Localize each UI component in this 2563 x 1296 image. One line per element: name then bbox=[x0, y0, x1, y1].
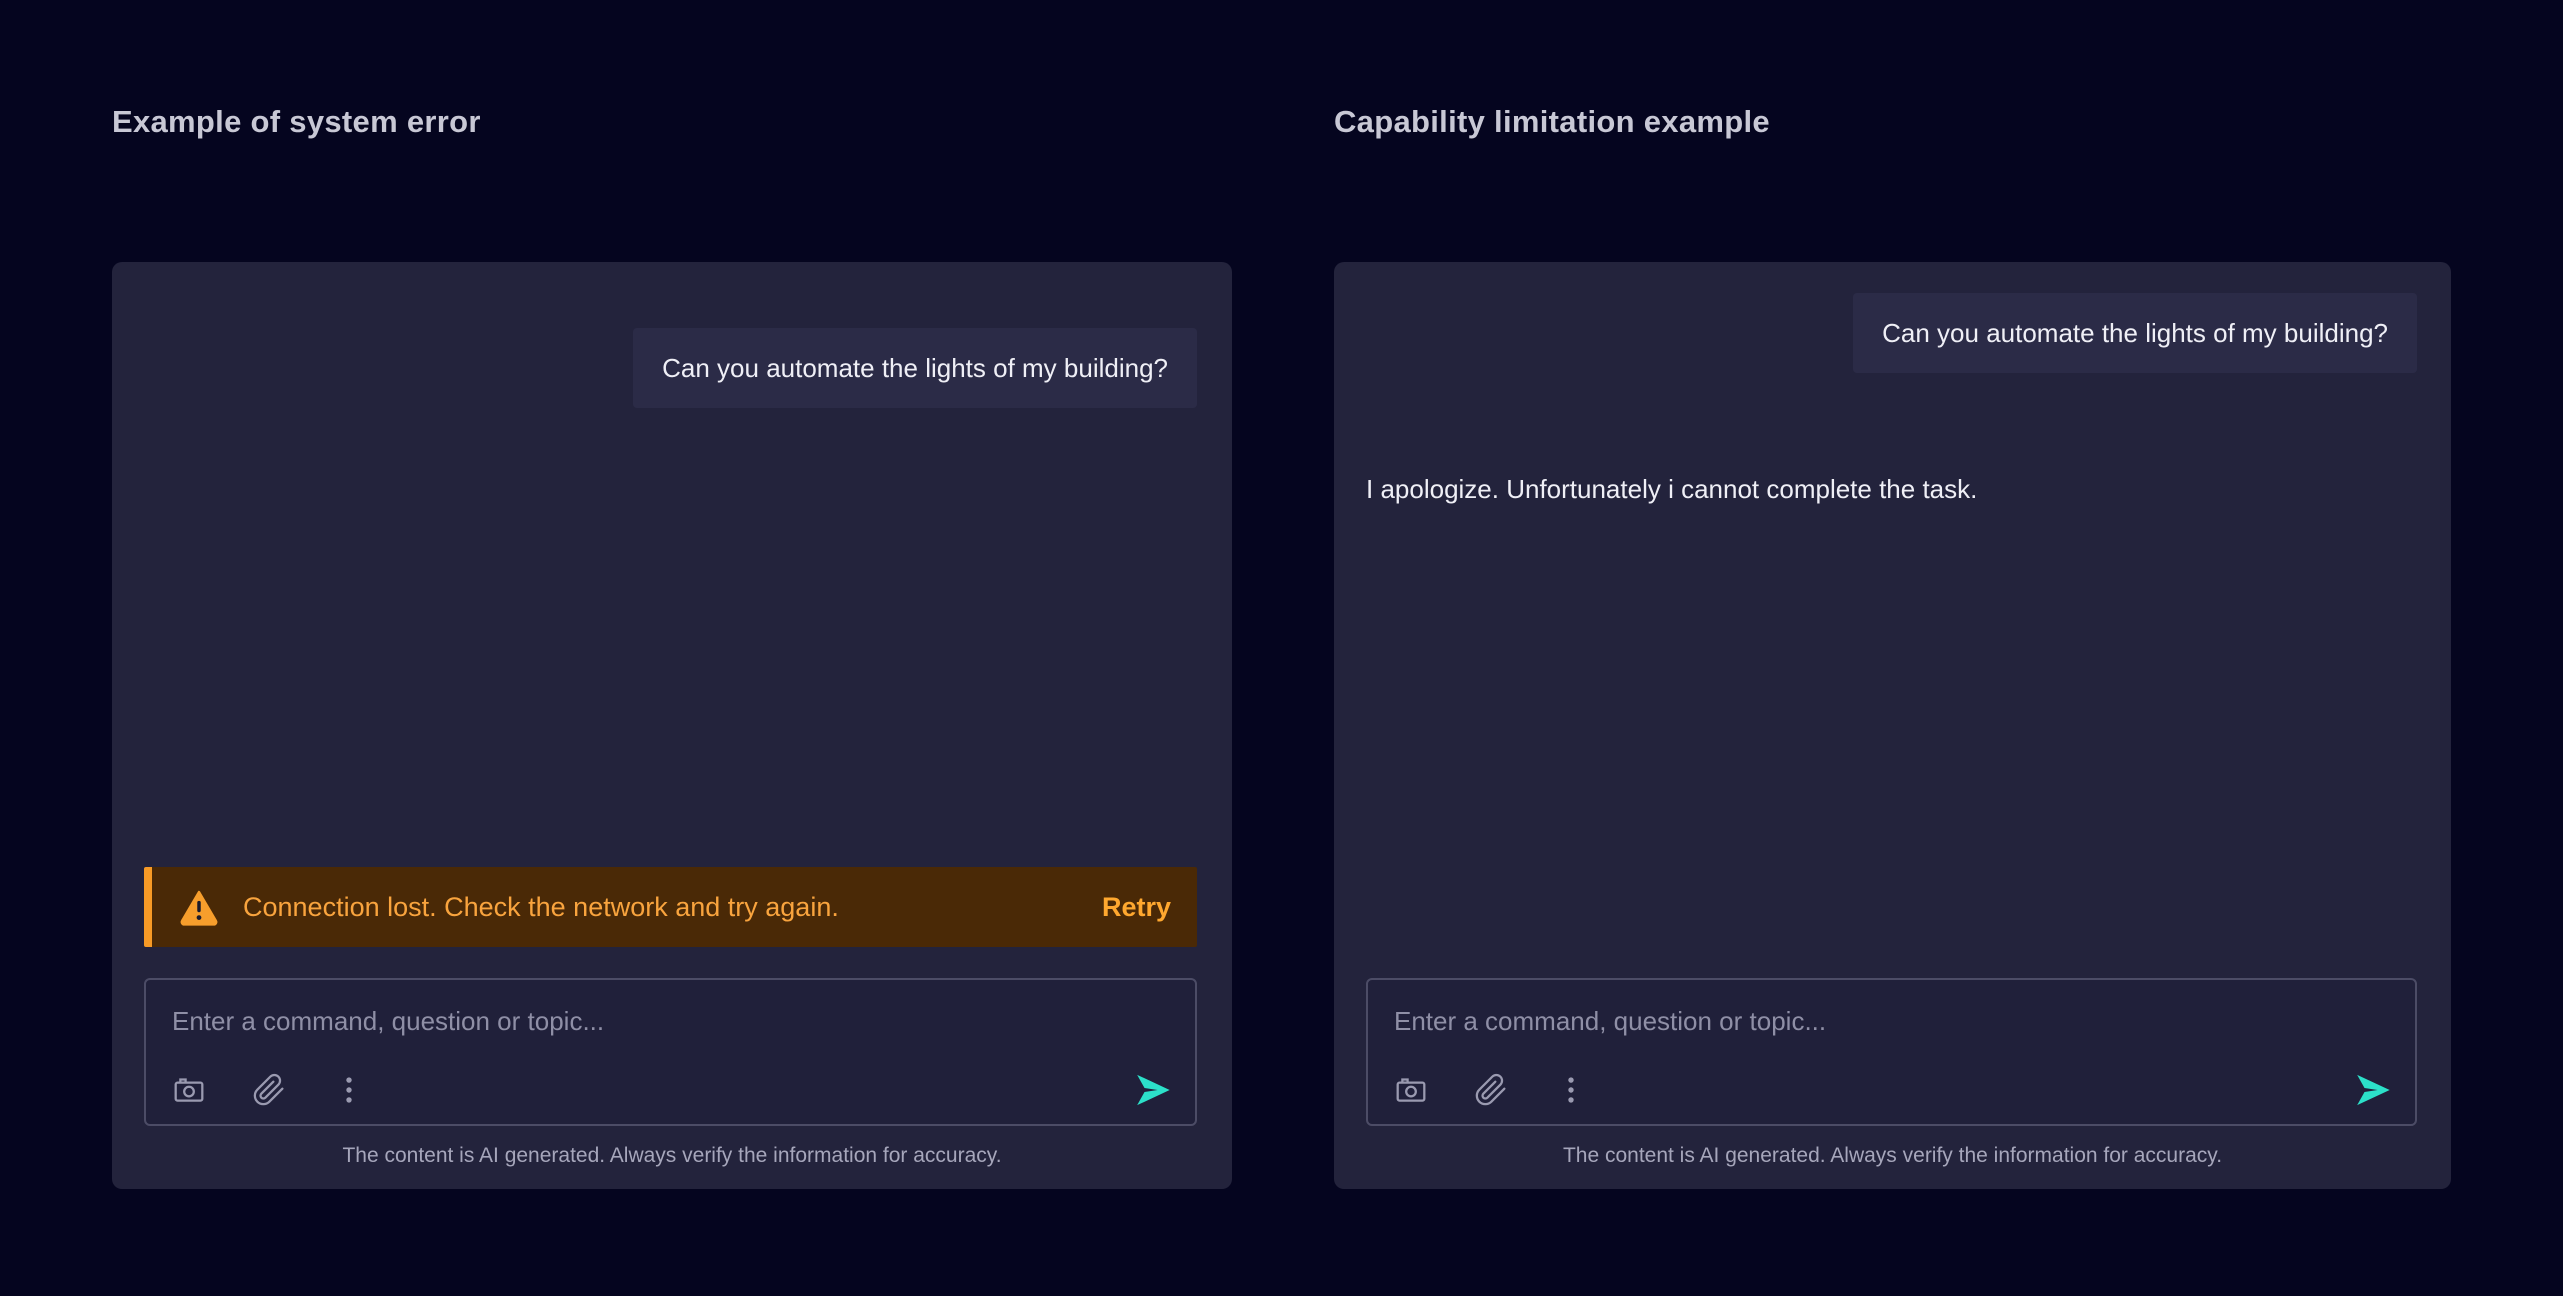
camera-icon bbox=[1394, 1073, 1428, 1107]
ai-disclaimer: The content is AI generated. Always veri… bbox=[1334, 1144, 2451, 1168]
kebab-menu-icon bbox=[332, 1073, 366, 1107]
message-composer[interactable] bbox=[1366, 978, 2417, 1126]
section-title-capability-limitation: Capability limitation example bbox=[1334, 104, 1770, 140]
more-options-button[interactable] bbox=[332, 1073, 366, 1107]
message-input[interactable] bbox=[1394, 1006, 2389, 1037]
paperclip-icon bbox=[1474, 1073, 1508, 1107]
message-composer[interactable] bbox=[144, 978, 1197, 1126]
camera-button[interactable] bbox=[1394, 1073, 1428, 1107]
retry-button[interactable]: Retry bbox=[1102, 892, 1171, 923]
send-icon bbox=[1133, 1070, 1173, 1110]
more-options-button[interactable] bbox=[1554, 1073, 1588, 1107]
attach-file-button[interactable] bbox=[1474, 1073, 1508, 1107]
ai-disclaimer: The content is AI generated. Always veri… bbox=[112, 1144, 1232, 1168]
composer-actions bbox=[1394, 1070, 2393, 1110]
paperclip-icon bbox=[252, 1073, 286, 1107]
camera-button[interactable] bbox=[172, 1073, 206, 1107]
section-title-system-error: Example of system error bbox=[112, 104, 481, 140]
chat-card-capability-limitation: Can you automate the lights of my buildi… bbox=[1334, 262, 2451, 1189]
canvas: Example of system error Capability limit… bbox=[0, 0, 2563, 1296]
user-message-bubble: Can you automate the lights of my buildi… bbox=[1853, 293, 2417, 373]
send-button[interactable] bbox=[2353, 1070, 2393, 1110]
attach-file-button[interactable] bbox=[252, 1073, 286, 1107]
error-message: Connection lost. Check the network and t… bbox=[243, 892, 839, 923]
camera-icon bbox=[172, 1073, 206, 1107]
composer-actions bbox=[172, 1070, 1173, 1110]
kebab-menu-icon bbox=[1554, 1073, 1588, 1107]
warning-icon bbox=[180, 888, 218, 926]
send-icon bbox=[2353, 1070, 2393, 1110]
error-banner: Connection lost. Check the network and t… bbox=[144, 867, 1197, 947]
user-message-bubble: Can you automate the lights of my buildi… bbox=[633, 328, 1197, 408]
message-input[interactable] bbox=[172, 1006, 1169, 1037]
chat-card-system-error: Can you automate the lights of my buildi… bbox=[112, 262, 1232, 1189]
ai-message: I apologize. Unfortunately i cannot comp… bbox=[1366, 474, 1977, 505]
send-button[interactable] bbox=[1133, 1070, 1173, 1110]
